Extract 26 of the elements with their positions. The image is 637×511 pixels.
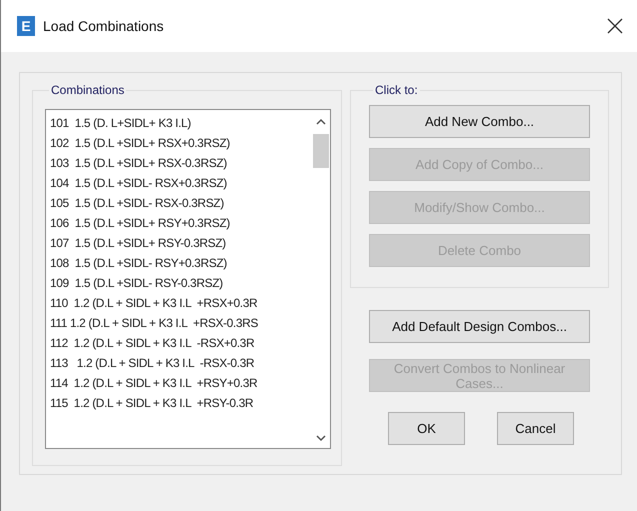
- list-item[interactable]: 114 1.2 (D.L + SIDL + K3 I.L +RSY+0.3R: [50, 373, 308, 393]
- list-item[interactable]: 112 1.2 (D.L + SIDL + K3 I.L -RSX+0.3R: [50, 333, 308, 353]
- list-item[interactable]: 113 1.2 (D.L + SIDL + K3 I.L -RSX-0.3R: [50, 353, 308, 373]
- list-item[interactable]: 101 1.5 (D. L+SIDL+ K3 I.L): [50, 113, 308, 133]
- app-logo: E: [17, 16, 35, 36]
- action-button[interactable]: Add Default Design Combos...: [369, 310, 590, 343]
- list-item[interactable]: 103 1.5 (D.L +SIDL+ RSX-0.3RSZ): [50, 153, 308, 173]
- action-button[interactable]: Add New Combo...: [369, 105, 590, 138]
- list-item[interactable]: 102 1.5 (D.L +SIDL+ RSX+0.3RSZ): [50, 133, 308, 153]
- list-item[interactable]: 110 1.2 (D.L + SIDL + K3 I.L +RSX+0.3R: [50, 293, 308, 313]
- list-item[interactable]: 104 1.5 (D.L +SIDL- RSX+0.3RSZ): [50, 173, 308, 193]
- list-item[interactable]: 108 1.5 (D.L +SIDL- RSY+0.3RSZ): [50, 253, 308, 273]
- combinations-list[interactable]: [45, 109, 331, 449]
- list-item[interactable]: 109 1.5 (D.L +SIDL- RSY-0.3RSZ): [50, 273, 308, 293]
- list-item[interactable]: 111 1.2 (D.L + SIDL + K3 I.L +RSX-0.3RS: [50, 313, 308, 333]
- group-label: Click to:: [374, 83, 419, 97]
- list-item[interactable]: 105 1.5 (D.L +SIDL- RSX-0.3RSZ): [50, 193, 308, 213]
- dialog-button[interactable]: OK: [388, 412, 465, 445]
- list-item[interactable]: 106 1.5 (D.L +SIDL+ RSY+0.3RSZ): [50, 213, 308, 233]
- dialog-button[interactable]: Cancel: [497, 412, 574, 445]
- close-icon[interactable]: [607, 18, 623, 34]
- list-item[interactable]: 115 1.2 (D.L + SIDL + K3 I.L +RSY-0.3R: [50, 393, 308, 413]
- list-item[interactable]: 107 1.5 (D.L +SIDL+ RSY-0.3RSZ): [50, 233, 308, 253]
- scroll-thumb[interactable]: [313, 134, 329, 168]
- group-label: Combinations: [50, 83, 126, 97]
- window-title: Load Combinations: [43, 18, 165, 34]
